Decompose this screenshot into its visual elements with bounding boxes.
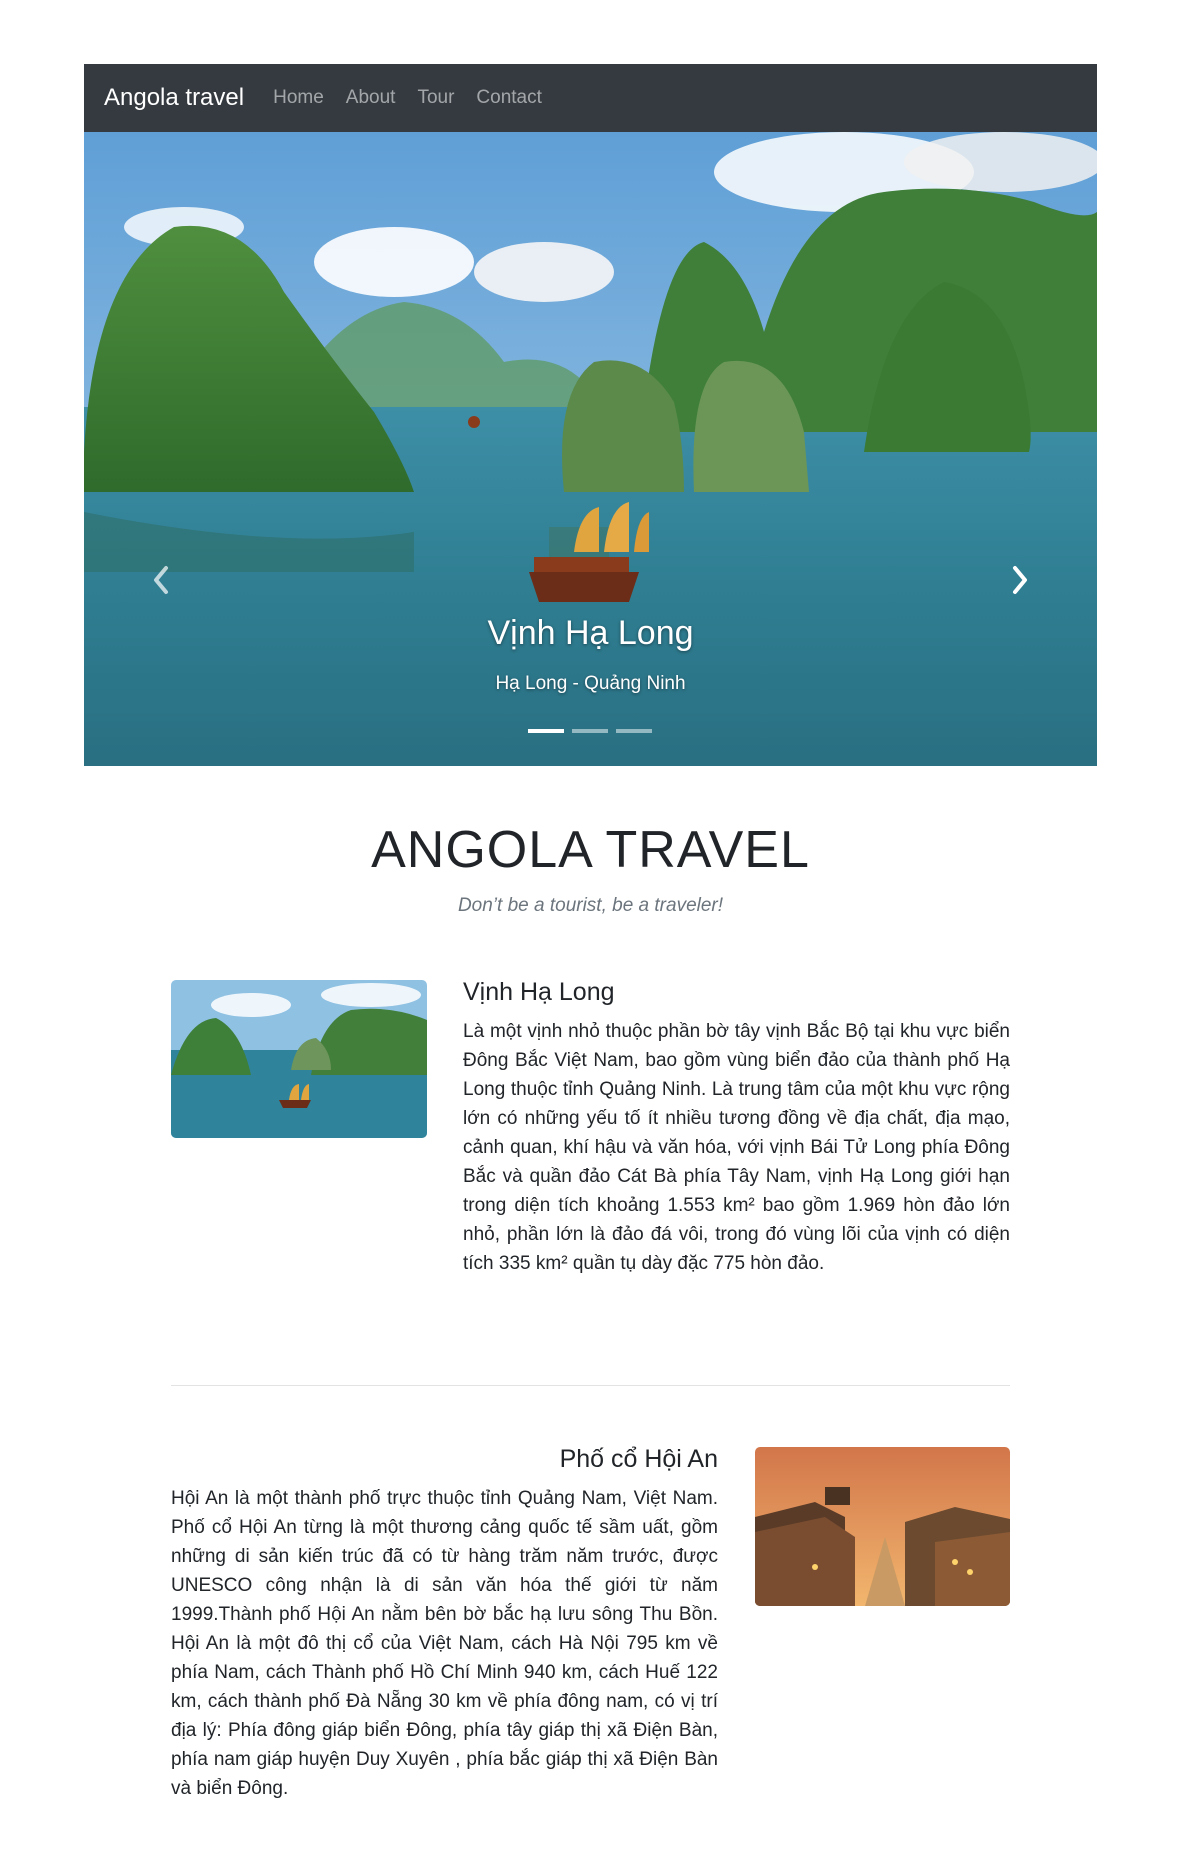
carousel-slide-image — [84, 132, 1097, 766]
page-title: ANGOLA TRAVEL — [371, 821, 810, 879]
carousel-indicators — [528, 729, 652, 733]
chevron-right-icon — [1013, 566, 1027, 594]
carousel-prev-button[interactable] — [149, 562, 173, 598]
carousel-indicator[interactable] — [528, 729, 564, 733]
carousel-caption-title: Vịnh Hạ Long — [487, 614, 694, 652]
feature-image-hoi-an — [755, 1447, 1010, 1606]
section-divider — [171, 1385, 1010, 1386]
chevron-left-icon — [154, 566, 168, 594]
feature-image-ha-long — [171, 980, 427, 1138]
feature-title-hoi-an: Phố cổ Hội An — [559, 1445, 718, 1473]
navbar: Angola travel Home About Tour Contact — [84, 64, 1097, 132]
page-tagline: Don’t be a tourist, be a traveler! — [457, 895, 724, 916]
feature-body-ha-long: Là một vịnh nhỏ thuộc phần bờ tây vịnh B… — [463, 1021, 1010, 1274]
page: Angola travel Home About Tour Contact Vị… — [0, 0, 1181, 1873]
nav-link-contact[interactable]: Contact — [476, 87, 541, 109]
feature-body-hoi-an: Hội An là một thành phố trực thuộc tỉnh … — [171, 1488, 718, 1799]
hero-carousel: Vịnh Hạ Long Hạ Long - Quảng Ninh — [84, 132, 1097, 766]
feature-title-ha-long: Vịnh Hạ Long — [463, 978, 615, 1006]
carousel-indicator[interactable] — [616, 729, 652, 733]
carousel-indicator[interactable] — [572, 729, 608, 733]
nav-link-about[interactable]: About — [346, 87, 396, 109]
nav-link-tour[interactable]: Tour — [417, 87, 454, 109]
brand-link[interactable]: Angola travel — [104, 84, 244, 112]
nav-link-home[interactable]: Home — [273, 87, 324, 109]
carousel-caption-subtitle: Hạ Long - Quảng Ninh — [495, 673, 686, 694]
carousel-next-button[interactable] — [1008, 562, 1032, 598]
